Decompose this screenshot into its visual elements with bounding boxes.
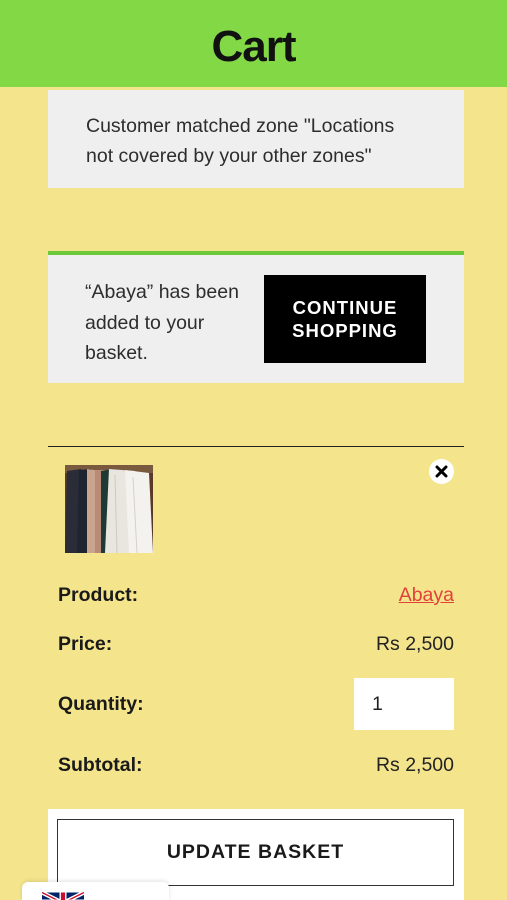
price-value: Rs 2,500	[375, 633, 454, 655]
quantity-input[interactable]	[354, 678, 454, 730]
product-name-value: Abaya	[399, 584, 454, 607]
product-label: Product:	[58, 584, 139, 606]
page-header: Cart	[0, 0, 507, 87]
added-to-basket-message: “Abaya” has been added to your basket. C…	[48, 251, 464, 383]
product-thumbnail[interactable]	[65, 465, 153, 553]
page-title: Cart	[211, 21, 296, 71]
update-basket-button[interactable]: UPDATE BASKET	[57, 819, 454, 886]
product-link[interactable]: Abaya	[399, 584, 454, 606]
subtotal-value: Rs 2,500	[375, 754, 454, 776]
shipping-zone-notice-text: Customer matched zone "Locations not cov…	[86, 115, 395, 167]
remove-item-button[interactable]	[429, 459, 454, 484]
close-icon	[435, 465, 448, 478]
language-switcher[interactable]	[22, 882, 169, 900]
subtotal-label: Subtotal:	[58, 754, 143, 776]
uk-flag-icon	[42, 892, 84, 900]
shipping-zone-notice: Customer matched zone "Locations not cov…	[48, 90, 464, 188]
cart-divider	[48, 446, 464, 447]
added-to-basket-text: “Abaya” has been added to your basket.	[85, 281, 239, 364]
continue-shopping-button[interactable]: CONTINUE SHOPPING	[264, 275, 426, 363]
price-label: Price:	[58, 633, 113, 655]
quantity-label: Quantity:	[58, 693, 144, 715]
